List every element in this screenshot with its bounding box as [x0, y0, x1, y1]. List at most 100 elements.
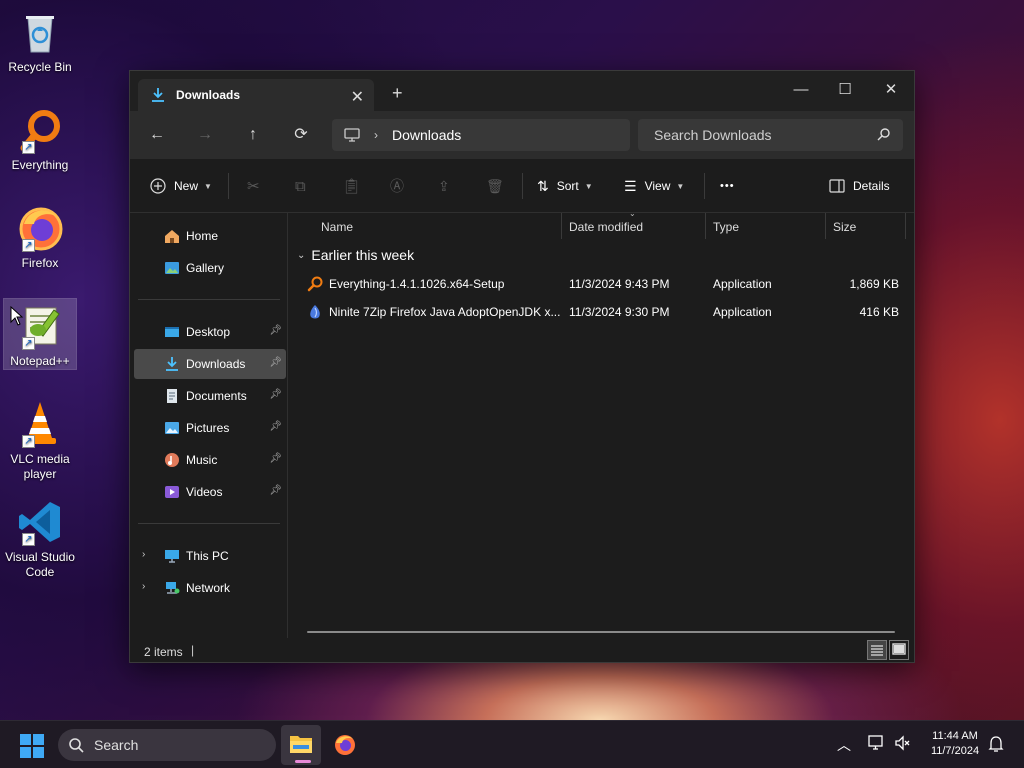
paste-icon[interactable]: 📋︎ [342, 175, 361, 197]
breadcrumb-chevron-icon[interactable]: › [374, 128, 378, 142]
home-icon [164, 228, 180, 244]
table-row[interactable]: Ninite 7Zip Firefox Java AdoptOpenJDK x.… [289, 298, 915, 326]
pin-icon[interactable]: 📌︎ [269, 421, 282, 432]
sort-label: Sort [556, 179, 579, 193]
start-button[interactable] [20, 734, 44, 761]
group-label: Earlier this week [311, 247, 415, 263]
nav-item-this-pc[interactable]: › This PC [134, 541, 286, 571]
details-view-button[interactable] [867, 640, 887, 660]
nav-item-documents[interactable]: Documents 📌︎ [134, 381, 286, 411]
breadcrumb-downloads[interactable]: Downloads [392, 127, 461, 143]
desktop-icon-vlc[interactable]: ↗ VLC media player [4, 400, 76, 482]
horizontal-scrollbar[interactable] [307, 631, 895, 633]
column-header-size[interactable]: Size [833, 213, 856, 241]
nav-item-home[interactable]: Home [134, 221, 286, 251]
file-date: 11/3/2024 9:30 PM [569, 305, 670, 319]
pin-icon[interactable]: 📌︎ [269, 325, 282, 336]
network-status-icon[interactable] [868, 735, 886, 754]
up-arrow-icon[interactable]: ↑ [241, 123, 265, 147]
shortcut-arrow-icon: ↗ [22, 239, 35, 252]
nav-label: Desktop [186, 325, 231, 339]
chevron-right-icon[interactable]: › [142, 581, 145, 592]
details-pane-icon [829, 179, 845, 193]
new-button[interactable]: New ▼ [150, 175, 212, 197]
column-divider[interactable] [561, 213, 562, 239]
close-window-button[interactable]: ✕ [868, 75, 914, 105]
table-row[interactable]: Everything-1.4.1.1026.x64-Setup 11/3/202… [289, 270, 915, 298]
view-button[interactable]: ☰ View ▼ [624, 175, 684, 197]
taskbar-search-box[interactable]: Search [58, 729, 276, 761]
divider [228, 173, 229, 199]
gallery-icon [164, 260, 180, 276]
refresh-icon[interactable]: ⟳ [289, 123, 313, 147]
navigation-pane: Home Gallery Desktop 📌︎ Downloads 📌︎ Doc… [130, 213, 288, 638]
taskbar-firefox[interactable] [325, 725, 365, 765]
volume-muted-icon[interactable] [894, 735, 912, 754]
item-count: 2 items [144, 645, 183, 659]
system-clock[interactable]: 11:44 AM 11/7/2024 [918, 729, 992, 759]
share-icon[interactable]: ⇪ [438, 175, 450, 197]
nav-item-desktop[interactable]: Desktop 📌︎ [134, 317, 286, 347]
chevron-right-icon[interactable]: › [142, 549, 145, 560]
column-divider[interactable] [705, 213, 706, 239]
pin-icon[interactable]: 📌︎ [269, 485, 282, 496]
nav-item-downloads[interactable]: Downloads 📌︎ [134, 349, 286, 379]
nav-item-gallery[interactable]: Gallery [134, 253, 286, 283]
pin-icon[interactable]: 📌︎ [269, 357, 282, 368]
new-tab-button[interactable]: + [392, 83, 403, 104]
desktop-icon-everything[interactable]: ↗ Everything [4, 106, 76, 173]
show-hidden-icons-chevron-icon[interactable]: ︿ [837, 735, 851, 755]
download-arrow-icon [152, 88, 164, 102]
desktop-icon-vscode[interactable]: ↗ Visual Studio Code [4, 498, 76, 580]
nav-label: Network [186, 581, 231, 595]
file-date: 11/3/2024 9:43 PM [569, 277, 670, 291]
back-arrow-icon[interactable]: ← [145, 123, 169, 147]
new-label: New [174, 179, 199, 193]
cut-icon[interactable]: ✂ [247, 175, 260, 197]
column-header-type[interactable]: Type [713, 213, 739, 241]
tab-downloads[interactable]: Downloads ✕ [138, 79, 374, 111]
search-input[interactable]: Search Downloads [638, 119, 903, 151]
desktop-icon-recycle-bin[interactable]: Recycle Bin [4, 8, 76, 75]
minimize-button[interactable]: — [778, 75, 824, 105]
file-size: 416 KB [859, 305, 899, 319]
download-arrow-icon [164, 356, 180, 372]
file-name: Ninite 7Zip Firefox Java AdoptOpenJDK x.… [329, 305, 561, 319]
details-pane-button[interactable]: Details [829, 175, 890, 197]
nav-item-network[interactable]: › Network [134, 573, 286, 603]
column-header-name[interactable]: Name [321, 213, 353, 241]
more-options-icon[interactable]: ••• [720, 175, 735, 197]
large-icons-view-button[interactable] [889, 640, 909, 660]
firefox-icon: ↗ [16, 204, 64, 252]
divider [522, 173, 523, 199]
rename-icon[interactable]: Ⓐ [390, 175, 404, 197]
divider [138, 299, 280, 300]
clock-time: 11:44 AM [932, 730, 978, 742]
search-placeholder: Search Downloads [654, 127, 772, 143]
taskbar-file-explorer[interactable] [281, 725, 321, 765]
desktop-icon-label: Everything [11, 158, 69, 172]
shortcut-arrow-icon: ↗ [22, 435, 35, 448]
desktop-icon-label: Notepad++ [10, 354, 70, 368]
nav-item-videos[interactable]: Videos 📌︎ [134, 477, 286, 507]
status-bar: 2 items | [130, 638, 914, 664]
address-bar[interactable]: › Downloads [332, 119, 630, 151]
delete-icon[interactable]: 🗑︎ [486, 175, 504, 197]
close-tab-icon[interactable]: ✕ [351, 87, 364, 107]
group-header[interactable]: ⌄ Earlier this week [297, 247, 414, 263]
pin-icon[interactable]: 📌︎ [269, 389, 282, 400]
desktop-icon-firefox[interactable]: ↗ Firefox [4, 204, 76, 271]
taskbar: Search ︿ 11:44 AM 11/7/2024 [0, 720, 1024, 768]
recycle-bin-icon [16, 8, 64, 56]
copy-icon[interactable]: ⧉ [295, 175, 306, 197]
pin-icon[interactable]: 📌︎ [269, 453, 282, 464]
forward-arrow-icon[interactable]: → [193, 123, 217, 147]
sort-button[interactable]: ⇅ Sort ▼ [537, 175, 593, 197]
nav-item-music[interactable]: Music 📌︎ [134, 445, 286, 475]
maximize-button[interactable]: ☐ [822, 75, 868, 105]
notification-bell-icon[interactable] [988, 735, 1004, 756]
nav-item-pictures[interactable]: Pictures 📌︎ [134, 413, 286, 443]
column-divider[interactable] [825, 213, 826, 239]
nav-label: Pictures [186, 421, 230, 435]
column-divider[interactable] [905, 213, 906, 239]
